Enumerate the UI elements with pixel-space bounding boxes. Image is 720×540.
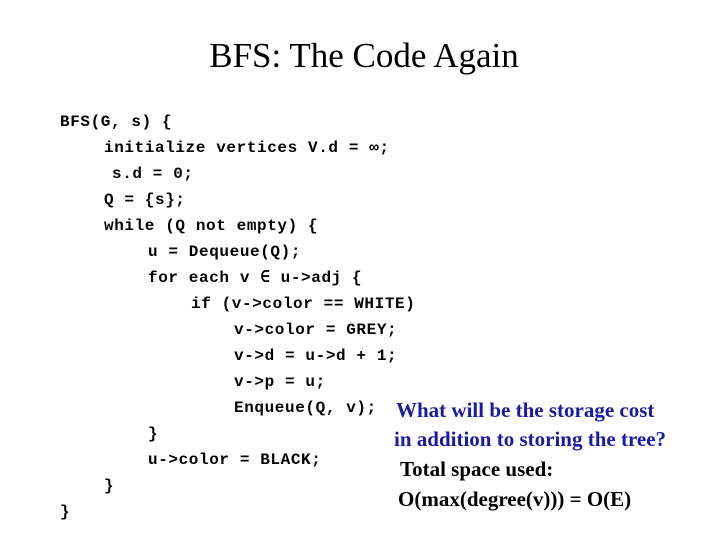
code-line: } [104, 477, 115, 495]
code-line: BFS(G, s) { [60, 113, 173, 131]
answer-line: O(max(degree(v))) = O(E) [398, 487, 632, 511]
code-line: u = Dequeue(Q); [148, 243, 302, 261]
slide-title: BFS: The Code Again [209, 36, 519, 75]
code-line: while (Q not empty) { [104, 217, 319, 235]
code-line: v->p = u; [234, 373, 326, 391]
question-line: in addition to storing the tree? [394, 427, 667, 451]
code-line: v->d = u->d + 1; [234, 347, 398, 365]
code-line: initialize vertices V.d = ∞; [104, 139, 390, 157]
code-line: Q = {s}; [104, 191, 186, 209]
code-line: if (v->color == WHITE) [191, 295, 416, 313]
code-line: v->color = GREY; [234, 321, 398, 339]
code-line: for each v ∈ u->adj { [148, 269, 363, 287]
code-line: s.d = 0; [112, 165, 194, 183]
code-line: } [148, 425, 159, 443]
code-line: } [60, 503, 71, 521]
code-line: u->color = BLACK; [148, 451, 322, 469]
question-line: What will be the storage cost [396, 398, 655, 422]
code-line: Enqueue(Q, v); [234, 399, 377, 417]
answer-line: Total space used: [400, 457, 554, 481]
